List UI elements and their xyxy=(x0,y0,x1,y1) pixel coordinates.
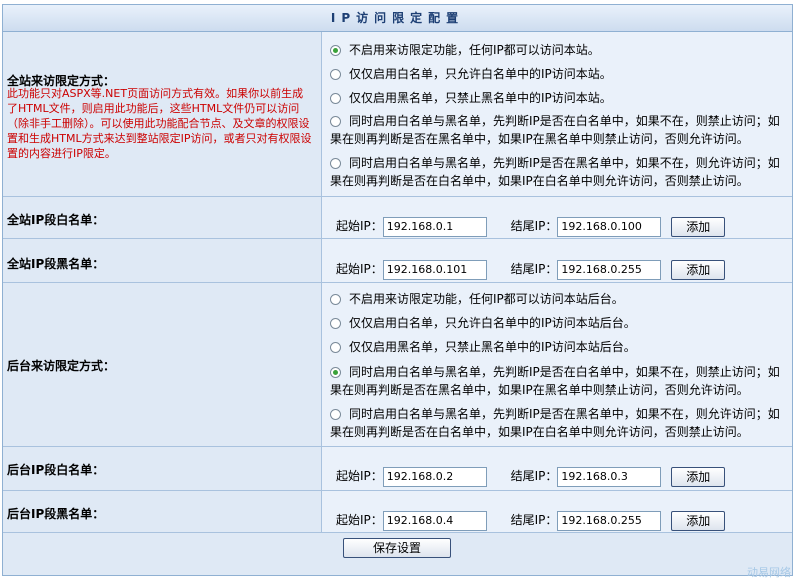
site-black-label: 全站IP段黑名单： xyxy=(7,257,105,271)
radio-icon[interactable] xyxy=(330,294,341,305)
admin-white-label: 后台IP段白名单： xyxy=(7,463,105,477)
radio-icon[interactable] xyxy=(330,45,341,56)
radio-icon[interactable] xyxy=(330,116,341,127)
site-option-5[interactable]: 同时启用白名单与黑名单，先判断IP是否在黑名单中，如果不在，则允许访问；如 果在则… xyxy=(330,154,788,190)
admin-black-start-input[interactable]: 192.168.0.4 xyxy=(382,510,487,531)
site-black-start-input[interactable]: 192.168.0.101 xyxy=(382,259,487,280)
admin-white-row: 后台IP段白名单： 起始IP： 192.168.0.2 结尾IP： 192.168.… xyxy=(3,447,792,491)
radio-icon[interactable] xyxy=(330,409,341,420)
radio-icon[interactable] xyxy=(330,158,341,169)
site-black-add-button[interactable]: 添加 xyxy=(671,259,726,280)
site-white-start-input[interactable]: 192.168.0.1 xyxy=(382,216,487,237)
radio-icon[interactable] xyxy=(330,318,341,329)
watermark-logo: 动易网络 xyxy=(747,566,791,579)
ip-config-panel: IP访问限定配置 全站来访限定方式： 此功能只对ASPX等.NET页面访问方式有… xyxy=(2,4,793,576)
site-option-4[interactable]: 同时启用白名单与黑名单，先判断IP是否在白名单中，如果不在，则禁止访问；如 果在则… xyxy=(330,112,788,148)
admin-option-1[interactable]: 不启用来访限定功能，任何IP都可以访问本站后台。 xyxy=(330,289,788,309)
admin-option-2[interactable]: 仅仅启用白名单，只允许白名单中的IP访问本站后台。 xyxy=(330,313,788,333)
site-black-end-input[interactable]: 192.168.0.255 xyxy=(557,259,662,280)
admin-option-4[interactable]: 同时启用白名单与黑名单，先判断IP是否在白名单中，如果不在，则禁止访问；如 果在则… xyxy=(330,363,788,399)
panel-title: IP访问限定配置 xyxy=(3,5,792,32)
radio-icon[interactable] xyxy=(330,93,341,104)
site-white-label: 全站IP段白名单： xyxy=(7,213,105,227)
site-black-row: 全站IP段黑名单： 起始IP： 192.168.0.101 结尾IP： 192.16… xyxy=(3,239,792,283)
site-access-row: 全站来访限定方式： 此功能只对ASPX等.NET页面访问方式有效。如果你以前生成… xyxy=(3,32,792,197)
site-option-3[interactable]: 仅仅启用黑名单，只禁止黑名单中的IP访问本站。 xyxy=(330,88,788,108)
save-settings-button[interactable]: 保存设置 xyxy=(343,538,451,558)
site-option-2[interactable]: 仅仅启用白名单，只允许白名单中的IP访问本站。 xyxy=(330,64,788,84)
admin-option-5[interactable]: 同时启用白名单与黑名单，先判断IP是否在黑名单中，如果不在，则允许访问；如 果在则… xyxy=(330,405,788,441)
site-option-1[interactable]: 不启用来访限定功能，任何IP都可以访问本站。 xyxy=(330,40,788,60)
radio-icon[interactable] xyxy=(330,367,341,378)
admin-white-end-input[interactable]: 192.168.0.3 xyxy=(557,466,662,487)
radio-icon[interactable] xyxy=(330,342,341,353)
admin-access-label: 后台来访限定方式： xyxy=(7,359,116,373)
admin-black-add-button[interactable]: 添加 xyxy=(671,510,726,531)
site-white-row: 全站IP段白名单： 起始IP： 192.168.0.1 结尾IP： 192.168.… xyxy=(3,197,792,239)
admin-white-start-input[interactable]: 192.168.0.2 xyxy=(382,466,487,487)
site-white-add-button[interactable]: 添加 xyxy=(671,216,726,237)
admin-black-end-input[interactable]: 192.168.0.255 xyxy=(557,510,662,531)
admin-black-row: 后台IP段黑名单： 起始IP： 192.168.0.4 结尾IP： 192.168.… xyxy=(3,491,792,533)
admin-white-add-button[interactable]: 添加 xyxy=(671,466,726,487)
site-access-description: 此功能只对ASPX等.NET页面访问方式有效。如果你以前生成了HTML文件，则启… xyxy=(7,87,312,160)
radio-icon[interactable] xyxy=(330,69,341,80)
admin-access-row: 后台来访限定方式： 不启用来访限定功能，任何IP都可以访问本站后台。 仅仅启用白… xyxy=(3,283,792,447)
admin-option-3[interactable]: 仅仅启用黑名单，只禁止黑名单中的IP访问本站后台。 xyxy=(330,337,788,357)
admin-black-label: 后台IP段黑名单： xyxy=(7,507,105,521)
site-white-end-input[interactable]: 192.168.0.100 xyxy=(557,216,662,237)
